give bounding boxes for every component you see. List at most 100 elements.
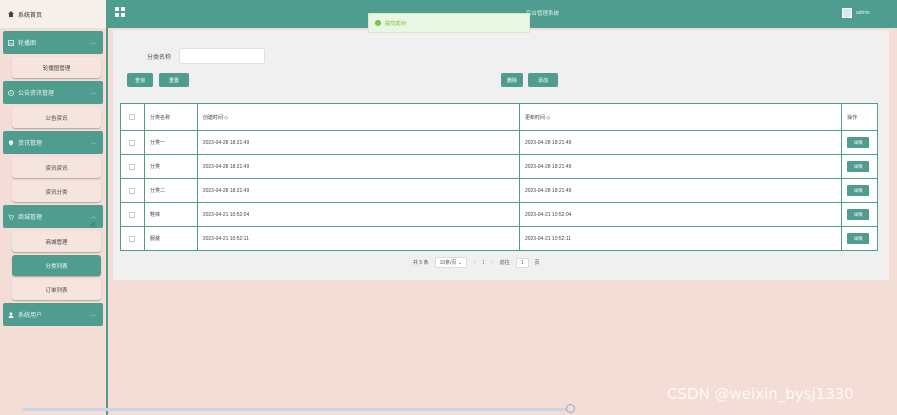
header-operation: 操作 (841, 104, 877, 130)
table-row: 分类一 2023-04-28 18:21:49 2023-04-28 18:21… (121, 130, 877, 154)
name-cell: 分类二 (143, 179, 197, 202)
avatar[interactable] (842, 8, 852, 18)
success-toast: ✓ 提交成功! (368, 13, 530, 33)
category-name-input[interactable] (179, 48, 266, 64)
page-size-value: 10条/页 (439, 260, 457, 266)
detail-button[interactable]: 详情 (847, 137, 870, 148)
user-name[interactable]: admin (856, 10, 870, 16)
sidebar-item-label: 分类列表 (45, 263, 68, 270)
image-icon (8, 39, 14, 46)
created-cell: 2023-04-28 18:21:49 (196, 155, 519, 178)
sidebar-group-notice[interactable]: 公告资讯管理 ︿ (3, 81, 103, 104)
updated-cell: 2023-04-28 18:21:49 (518, 131, 841, 154)
detail-button[interactable]: 详情 (847, 185, 870, 196)
sidebar-item-notice[interactable]: 公告资讯 (12, 107, 101, 128)
chevron-up-icon: ︿ (90, 140, 96, 146)
delete-button[interactable]: 删除 (501, 73, 523, 87)
select-all-checkbox[interactable] (129, 114, 136, 120)
sidebar-item-label: 资讯资讯 (45, 165, 68, 172)
sidebar-item-category-list[interactable]: 分类列表 (12, 255, 101, 276)
clock-icon (8, 89, 14, 96)
chevron-up-icon: ︿ (90, 40, 96, 46)
operation-cell: 详情 (841, 155, 877, 178)
chevron-up-icon: ︿ (90, 90, 96, 96)
header-checkbox-cell (121, 104, 144, 130)
home-icon (8, 11, 14, 17)
query-button[interactable]: 查询 (127, 73, 153, 87)
page-title: 后台管理系统 (526, 11, 560, 17)
updated-cell: 2023-04-28 18:21:49 (518, 179, 841, 202)
chevron-up-icon: ︿ (90, 312, 96, 318)
search-row: 分类名称 (147, 48, 266, 64)
sidebar-group-carousel[interactable]: 轮播图 ︿ (3, 31, 103, 54)
row-checkbox[interactable] (129, 235, 136, 242)
current-page[interactable]: 1 (482, 260, 485, 266)
table-header-row: 分类名称 创建时间 ◇ 更新时间 ◇ 操作 (121, 104, 877, 130)
row-checkbox[interactable] (129, 163, 136, 170)
detail-button[interactable]: 详情 (847, 209, 870, 220)
watermark: CSDN @weixin_bysj1330 (667, 385, 854, 403)
chevron-down-icon: ⌄ (457, 260, 463, 266)
sidebar-item-label: 系统首页 (18, 12, 43, 19)
detail-button[interactable]: 详情 (847, 161, 870, 172)
sidebar-item-carousel-manage[interactable]: 轮播图管理 (12, 57, 101, 78)
updated-cell: 2023-04-21 10:52:11 (518, 227, 841, 250)
checkbox-cell (121, 179, 144, 202)
row-checkbox[interactable] (129, 211, 136, 218)
name-cell: 分类一 (143, 131, 197, 154)
sidebar-group-news[interactable]: 资讯管理 ︿ (3, 131, 103, 154)
sidebar-group-label: 公告资讯管理 (18, 91, 55, 97)
main-panel: 分类名称 查询 重置 删除 添加 分类名称 创建时间 ◇ 更新时间 ◇ 操作 分… (113, 30, 889, 280)
created-cell: 2023-04-28 18:21:49 (196, 131, 519, 154)
updated-cell: 2023-04-21 10:52:04 (518, 203, 841, 226)
sidebar-item-label: 资讯分类 (45, 189, 68, 196)
sidebar-item-label: 公告资讯 (45, 115, 68, 122)
sidebar: 系统首页 轮播图 ︿ 轮播图管理 公告资讯管理 ︿ 公告资讯 资讯管理 ︿ 资讯… (0, 0, 108, 415)
toast-message: 提交成功! (385, 20, 407, 27)
table-row: 服装 2023-04-21 10:52:11 2023-04-21 10:52:… (121, 226, 877, 250)
sidebar-group-label: 系统用户 (18, 313, 43, 319)
checkbox-cell (121, 227, 144, 250)
sidebar-group-users[interactable]: 系统用户 ︿ (3, 303, 103, 326)
created-cell: 2023-04-21 10:52:11 (196, 227, 519, 250)
goto-page-input[interactable]: 1 (515, 257, 529, 268)
header-created-time[interactable]: 创建时间 ◇ (196, 104, 519, 130)
menu-grid-icon[interactable] (115, 7, 125, 17)
sidebar-item-news-category[interactable]: 资讯分类 (12, 181, 101, 202)
sidebar-item-label: 订单列表 (45, 287, 68, 294)
chevron-up-icon: ︿ (90, 214, 96, 220)
sidebar-item-news[interactable]: 资讯资讯 (12, 157, 101, 178)
name-cell: 服装 (143, 227, 197, 250)
sidebar-item-shop[interactable]: 商城管理 (12, 231, 101, 252)
detail-button[interactable]: 详情 (847, 233, 870, 244)
sidebar-group-label: 资讯管理 (18, 141, 43, 147)
reset-button[interactable]: 重置 (159, 73, 189, 87)
user-icon (8, 311, 14, 318)
pagination: 共 5 条 10条/页 ⌄ < 1 > 前往 1 页 (413, 257, 540, 268)
table-row: 分类二 2023-04-28 18:21:49 2023-04-28 18:21… (121, 178, 877, 202)
page-suffix: 页 (534, 260, 540, 266)
goto-label: 前往 (499, 260, 510, 266)
operation-cell: 详情 (841, 179, 877, 202)
header-updated-time[interactable]: 更新时间 ◇ (518, 104, 841, 130)
pagination-total: 共 5 条 (413, 260, 429, 266)
sidebar-item-home[interactable]: 系统首页 (0, 0, 106, 28)
prev-page-button[interactable]: < (473, 260, 476, 266)
page-size-select[interactable]: 10条/页 ⌄ (434, 257, 468, 268)
next-page-button[interactable]: > (491, 260, 494, 266)
data-table: 分类名称 创建时间 ◇ 更新时间 ◇ 操作 分类一 2023-04-28 18:… (120, 103, 878, 251)
operation-cell: 详情 (841, 203, 877, 226)
row-checkbox[interactable] (129, 187, 136, 194)
name-cell: 分类 (143, 155, 197, 178)
cart-icon (8, 214, 14, 220)
created-cell: 2023-04-21 10:52:04 (196, 203, 519, 226)
operation-cell: 详情 (841, 131, 877, 154)
horizontal-scrollbar[interactable] (22, 408, 572, 411)
row-checkbox[interactable] (129, 139, 136, 146)
sidebar-item-order-list[interactable]: 订单列表 (12, 279, 101, 300)
scrollbar-handle[interactable] (566, 404, 575, 413)
add-button[interactable]: 添加 (528, 73, 558, 87)
table-row: 分类 2023-04-28 18:21:49 2023-04-28 18:21:… (121, 154, 877, 178)
sidebar-group-shop[interactable]: 商城管理 ︿ (3, 205, 103, 228)
checkbox-cell (121, 155, 144, 178)
